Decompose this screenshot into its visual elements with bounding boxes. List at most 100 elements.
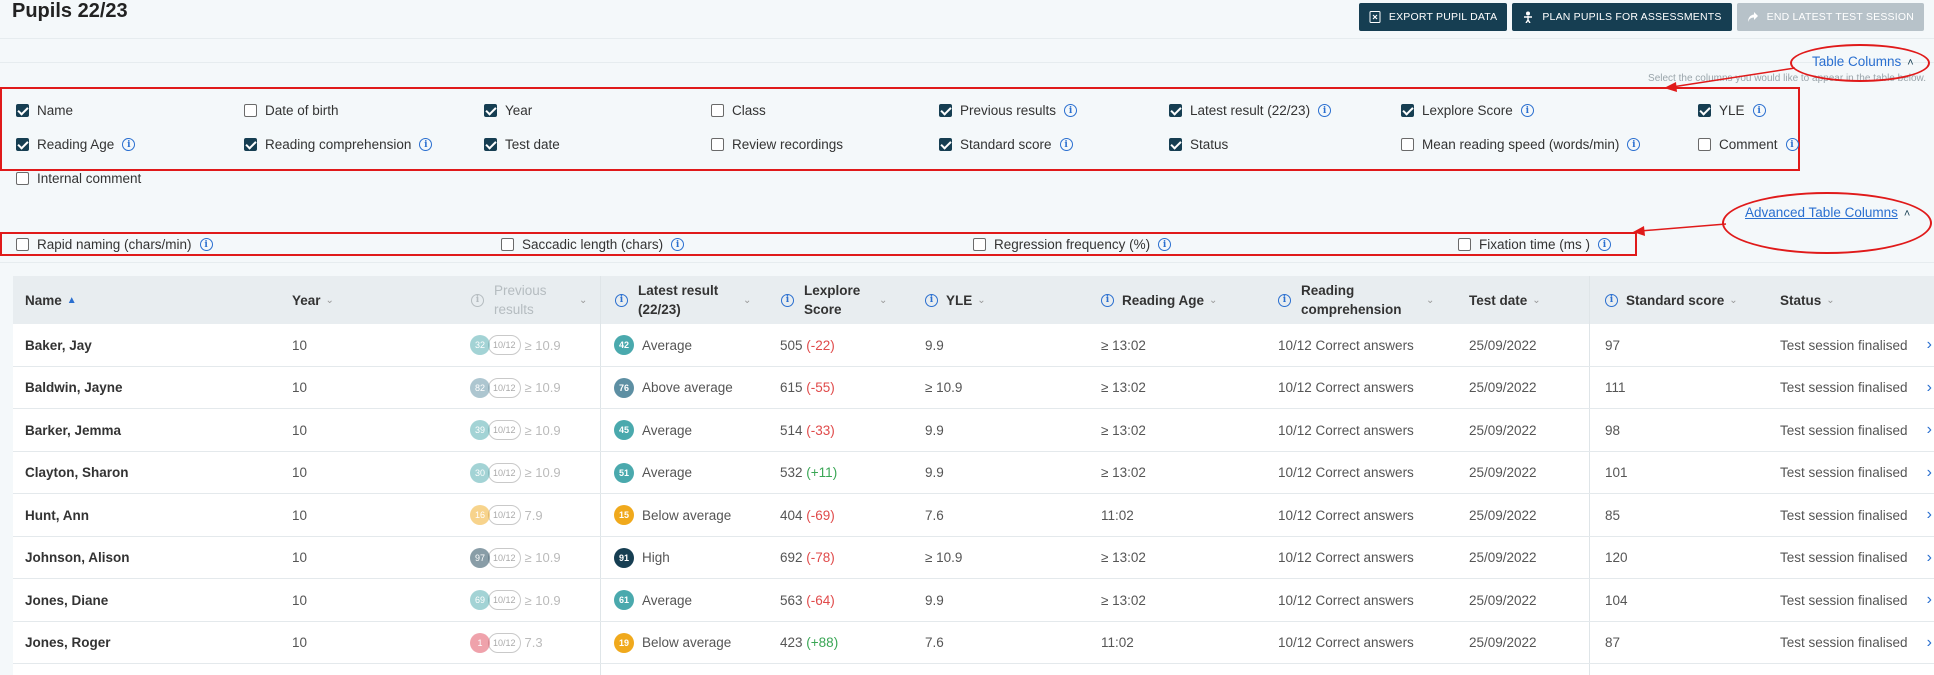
checkbox[interactable] [1401,104,1414,117]
chevron-right-icon[interactable]: › [1927,591,1932,609]
checkbox[interactable] [244,104,257,117]
header-year[interactable]: Year ⌄ [292,276,334,324]
checkbox[interactable] [711,138,724,151]
column-option[interactable]: Comment i [1698,137,1799,152]
table-row[interactable]: Baker, Jay 10 32 10/12 ≥ 10.9 42 Average 505 (-… [13,324,1934,367]
pupil-name[interactable]: Jones, Roger [25,622,111,664]
column-option[interactable]: Status [1169,137,1228,152]
column-option[interactable]: Reading comprehension i [244,137,433,152]
checkbox[interactable] [711,104,724,117]
header-standard-score[interactable]: i Standard score ⌄ [1605,276,1738,324]
header-reading-age[interactable]: i Reading Age ⌄ [1101,276,1217,324]
info-icon[interactable]: i [1318,104,1332,117]
chevron-right-icon[interactable]: › [1927,421,1932,439]
pupil-name[interactable]: Barker, Jemma [25,409,121,451]
header-lexplore[interactable]: i Lexplore Score ⌄ [781,276,901,324]
table-row[interactable]: Jones, Diane 10 69 10/12 ≥ 10.9 61 Average 563 … [13,579,1934,622]
header-comprehension[interactable]: i Reading comprehension ⌄ [1278,276,1448,324]
column-option[interactable]: Lexplore Score i [1401,103,1534,118]
info-icon[interactable]: i [1158,238,1172,251]
checkbox[interactable] [16,172,29,185]
end-test-session-button[interactable]: END LATEST TEST SESSION [1736,3,1924,31]
column-option[interactable]: Reading Age i [16,137,136,152]
plan-pupils-button[interactable]: PLAN PUPILS FOR ASSESSMENTS [1512,3,1732,31]
checkbox[interactable] [939,104,952,117]
column-option[interactable]: Previous results i [939,103,1078,118]
chevron-right-icon[interactable]: › [1927,379,1932,397]
advanced-column-option[interactable]: Regression frequency (%) i [973,237,1172,252]
pupil-name[interactable]: Baldwin, Jayne [25,367,123,409]
checkbox[interactable] [1698,104,1711,117]
column-option[interactable]: Name [16,103,73,118]
column-option-label: Reading Age [37,137,115,152]
checkbox[interactable] [1401,138,1414,151]
checkbox[interactable] [973,238,986,251]
checkbox[interactable] [1458,238,1471,251]
chevron-right-icon[interactable]: › [1927,506,1932,524]
column-option[interactable]: Year [484,103,532,118]
checkbox[interactable] [16,104,29,117]
table-row[interactable]: Barker, Jemma 10 39 10/12 ≥ 10.9 45 Average 514… [13,409,1934,452]
info-icon[interactable]: i [419,138,433,151]
table-row[interactable]: Hunt, Ann 10 16 10/12 7.9 15 Below average 404 … [13,494,1934,537]
table-row[interactable]: Jones, Roger 10 1 10/12 7.3 19 Below average 42… [13,622,1934,664]
pupil-name[interactable]: Johnson, Alison [25,537,130,579]
info-icon[interactable]: i [122,138,136,151]
info-icon[interactable]: i [1064,104,1078,117]
checkbox[interactable] [484,104,497,117]
chevron-down-icon: ⌄ [1426,294,1435,306]
column-option[interactable]: Internal comment [16,171,141,186]
column-option[interactable]: Review recordings [711,137,843,152]
pupil-name[interactable]: Hunt, Ann [25,494,89,536]
info-icon[interactable]: i [1785,138,1799,151]
checkbox[interactable] [16,238,29,251]
column-option[interactable]: Date of birth [244,103,339,118]
checkbox[interactable] [939,138,952,151]
table-row[interactable]: Johnson, Alison 10 97 10/12 ≥ 10.9 91 High 692 … [13,537,1934,579]
pupil-name[interactable]: Baker, Jay [25,324,92,366]
info-icon[interactable]: i [1627,138,1641,151]
pupil-name[interactable]: Jones, Diane [25,579,108,621]
column-option[interactable]: Mean reading speed (words/min) i [1401,137,1641,152]
header-yle[interactable]: i YLE ⌄ [925,276,986,324]
checkbox[interactable] [1698,138,1711,151]
info-icon[interactable]: i [199,238,213,251]
lexplore-score: 505 [780,337,803,353]
checkbox[interactable] [1169,138,1182,151]
chevron-right-icon[interactable]: › [1927,549,1932,567]
previous-results-cell: 32 10/12 ≥ 10.9 [470,324,561,366]
advanced-column-option[interactable]: Saccadic length (chars) i [501,237,685,252]
checkbox[interactable] [244,138,257,151]
checkbox[interactable] [16,138,29,151]
table-row[interactable]: Clayton, Sharon 10 30 10/12 ≥ 10.9 51 Average 5… [13,452,1934,494]
advanced-columns-toggle[interactable]: Advanced Table Columns ˄ [1745,205,1910,220]
checkbox[interactable] [501,238,514,251]
column-option[interactable]: Latest result (22/23) i [1169,103,1332,118]
checkbox[interactable] [484,138,497,151]
column-option-label: Test date [505,137,560,152]
chevron-right-icon[interactable]: › [1927,634,1932,652]
advanced-column-option[interactable]: Rapid naming (chars/min) i [16,237,213,252]
info-icon[interactable]: i [1598,238,1612,251]
info-icon[interactable]: i [1520,104,1534,117]
chevron-right-icon[interactable]: › [1927,336,1932,354]
column-option[interactable]: Test date [484,137,560,152]
advanced-column-option[interactable]: Fixation time (ms ) i [1458,237,1612,252]
header-name[interactable]: Name ▲ [25,276,77,324]
info-icon[interactable]: i [671,238,685,251]
header-status[interactable]: Status ⌄ [1780,276,1835,324]
column-option[interactable]: Class [711,103,766,118]
checkbox[interactable] [1169,104,1182,117]
header-latest[interactable]: i Latest result (22/23) ⌄ [615,276,765,324]
info-icon[interactable]: i [1752,104,1766,117]
info-icon[interactable]: i [1059,138,1073,151]
chevron-right-icon[interactable]: › [1927,464,1932,482]
header-test-date[interactable]: Test date ⌄ [1469,276,1541,324]
header-previous[interactable]: i Previous results ⌄ [471,276,591,324]
table-row[interactable]: Baldwin, Jayne 10 82 10/12 ≥ 10.9 76 Above ave… [13,367,1934,409]
export-pupil-data-button[interactable]: EXPORT PUPIL DATA [1358,3,1508,31]
column-option[interactable]: YLE i [1698,103,1766,118]
column-option[interactable]: Standard score i [939,137,1073,152]
status-cell: Test session finalised [1780,380,1908,395]
pupil-name[interactable]: Clayton, Sharon [25,452,129,494]
